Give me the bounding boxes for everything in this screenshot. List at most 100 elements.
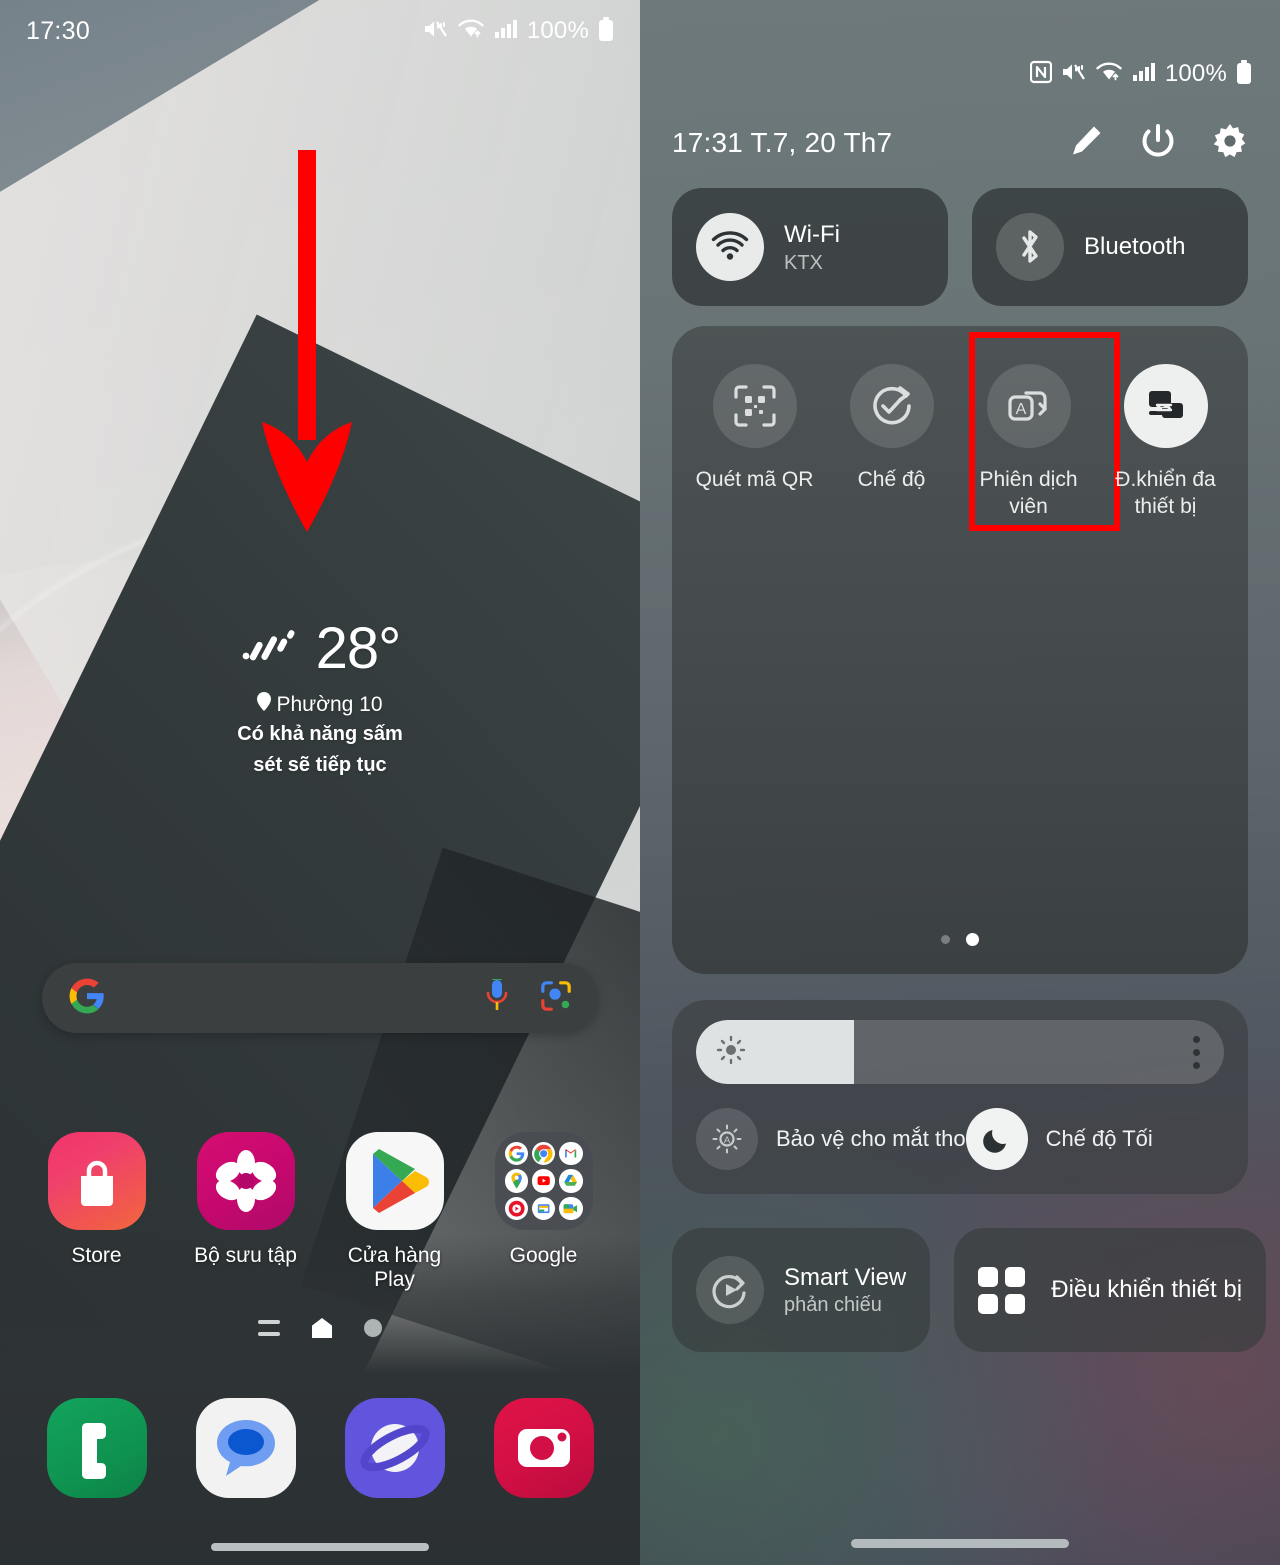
tile-label-line-2: viên <box>1009 495 1048 519</box>
weather-main-row: 28° <box>0 620 640 678</box>
app-store[interactable]: Store <box>33 1132 161 1292</box>
quick-tiles-grid: Quét mã QR Chế độ A Phiên dịch viên Đ.kh… <box>672 326 1248 531</box>
smart-view-subtitle: phản chiếu <box>784 1293 882 1316</box>
weather-temperature: 28° <box>315 616 402 681</box>
power-icon[interactable] <box>1140 123 1176 164</box>
recents-icon[interactable] <box>258 1320 280 1336</box>
play-store-icon <box>345 1132 444 1230</box>
tile-qr-scan[interactable]: Quét mã QR <box>686 364 823 521</box>
tile-modes[interactable]: Chế độ <box>823 364 960 521</box>
more-options-icon[interactable] <box>1193 1035 1200 1069</box>
phone-icon[interactable] <box>46 1398 147 1498</box>
gallery-icon <box>196 1132 295 1230</box>
google-lens-icon[interactable] <box>540 980 572 1017</box>
gesture-bar[interactable] <box>211 1543 429 1551</box>
page-dot-active[interactable] <box>966 933 979 946</box>
status-time: 17:30 <box>26 16 91 45</box>
qr-scan-icon <box>712 364 797 448</box>
brightness-slider[interactable] <box>696 1020 1224 1084</box>
messages-icon[interactable] <box>195 1398 296 1498</box>
app-label: Bộ sưu tập <box>194 1244 297 1267</box>
device-control-tile[interactable]: Điều khiển thiết bị <box>954 1228 1267 1352</box>
eye-comfort-toggle[interactable]: A Bảo vệ cho mắt tho <box>696 1108 966 1170</box>
weather-widget[interactable]: 28° Phường 10 Có khả năng sấm sét sẽ tiế… <box>0 620 640 779</box>
screenshot-root: 17:30 100% 28° Phường 10 Có khả năng sấm… <box>0 0 1280 1565</box>
mute-icon <box>423 18 449 45</box>
wifi-title: Wi-Fi <box>784 220 840 248</box>
battery-percent: 100% <box>1164 60 1227 87</box>
quick-tiles-panel: Quét mã QR Chế độ A Phiên dịch viên Đ.kh… <box>672 326 1248 974</box>
tile-interpreter[interactable]: A Phiên dịch viên <box>960 332 1120 531</box>
signal-icon <box>494 18 518 45</box>
home-screen-panel: 17:30 100% 28° Phường 10 Có khả năng sấm… <box>0 0 640 1565</box>
brightness-panel: A Bảo vệ cho mắt tho Chế độ Tối <box>672 1000 1248 1194</box>
quick-panel-header-actions <box>1068 123 1248 164</box>
wifi-subtitle: KTX <box>784 251 823 274</box>
quick-panel-clock[interactable]: 17:31 T.7, 20 Th7 <box>672 127 892 159</box>
app-label: Google <box>509 1244 578 1267</box>
app-label: Store <box>71 1244 122 1267</box>
nfc-icon <box>1029 60 1052 89</box>
eye-comfort-icon: A <box>696 1108 758 1170</box>
home-icon[interactable] <box>312 1318 332 1338</box>
smart-view-tile[interactable]: Smart View phản chiếu <box>672 1228 931 1352</box>
google-folder-icon <box>494 1132 593 1230</box>
dark-mode-toggle[interactable]: Chế độ Tối <box>965 1108 1224 1170</box>
interpreter-icon: A <box>986 364 1071 448</box>
app-folder-google[interactable]: Google <box>480 1132 608 1292</box>
gear-icon[interactable] <box>1212 123 1248 164</box>
bluetooth-tile[interactable]: Bluetooth <box>972 188 1248 306</box>
tile-label-line-1: Phiên dịch <box>979 468 1078 491</box>
multi-control-icon <box>1123 364 1208 448</box>
smart-view-title: Smart View <box>784 1263 907 1291</box>
weather-description-line-1: Có khả năng sấm <box>237 723 403 745</box>
home-navigation-indicators <box>0 1318 640 1338</box>
eye-comfort-label: Bảo vệ cho mắt tho <box>776 1126 966 1151</box>
dark-mode-label: Chế độ Tối <box>1045 1126 1153 1151</box>
quick-panel-header: 17:31 T.7, 20 Th7 <box>640 112 1280 174</box>
swipe-down-arrow-annotation <box>247 150 377 545</box>
device-control-title: Điều khiển thiết bị <box>1051 1276 1243 1303</box>
svg-text:A: A <box>724 1135 731 1146</box>
back-icon[interactable] <box>364 1319 382 1337</box>
bluetooth-title: Bluetooth <box>1084 233 1186 260</box>
display-toggles-row: A Bảo vệ cho mắt tho Chế độ Tối <box>696 1108 1224 1170</box>
svg-text:A: A <box>1015 401 1026 418</box>
google-search-bar[interactable] <box>42 963 598 1033</box>
google-logo-icon <box>68 977 106 1020</box>
pencil-icon[interactable] <box>1068 123 1104 164</box>
weather-location: Phường 10 <box>276 692 383 716</box>
page-dot[interactable] <box>941 935 950 944</box>
connectivity-row: Wi-Fi KTX Bluetooth <box>672 188 1248 306</box>
tile-label-line-1: Đ.khiển đa <box>1115 468 1216 491</box>
dark-mode-icon <box>965 1108 1028 1170</box>
smart-view-texts: Smart View phản chiếu <box>784 1264 906 1317</box>
rain-icon <box>240 625 302 674</box>
quick-tiles-page-dots <box>672 933 1248 946</box>
battery-percent: 100% <box>526 17 589 44</box>
wifi-tile[interactable]: Wi-Fi KTX <box>672 188 948 306</box>
app-play-store[interactable]: Cửa hàng Play <box>331 1132 459 1292</box>
microphone-icon[interactable] <box>484 974 510 1018</box>
galaxy-store-icon <box>47 1132 146 1230</box>
wifi-icon <box>458 18 485 45</box>
app-gallery[interactable]: Bộ sưu tập <box>182 1132 310 1292</box>
tile-multi-control[interactable]: Đ.khiển đa thiết bị <box>1097 364 1234 521</box>
home-dock <box>0 1398 640 1498</box>
status-icons: 100% <box>423 16 614 46</box>
wifi-icon <box>696 213 764 281</box>
weather-description-line-2: sét sẽ tiếp tục <box>253 754 387 776</box>
signal-icon <box>1132 61 1156 88</box>
camera-icon[interactable] <box>493 1398 594 1498</box>
weather-location-row: Phường 10 <box>0 692 640 717</box>
bluetooth-tile-texts: Bluetooth <box>1084 233 1185 261</box>
bottom-tiles-row: Smart View phản chiếu Điều khiển thiết b… <box>672 1228 1267 1352</box>
battery-icon <box>598 16 614 46</box>
samsung-internet-icon[interactable] <box>344 1398 445 1498</box>
brightness-icon <box>716 1035 746 1070</box>
gesture-bar[interactable] <box>851 1539 1069 1548</box>
quick-settings-panel: 100% 17:31 T.7, 20 Th7 Wi-Fi KTX Bluetoo… <box>640 0 1280 1565</box>
wifi-icon <box>1096 61 1123 88</box>
app-label: Cửa hàng Play <box>347 1244 442 1291</box>
quick-panel-status-bar: 100% <box>640 48 1280 100</box>
